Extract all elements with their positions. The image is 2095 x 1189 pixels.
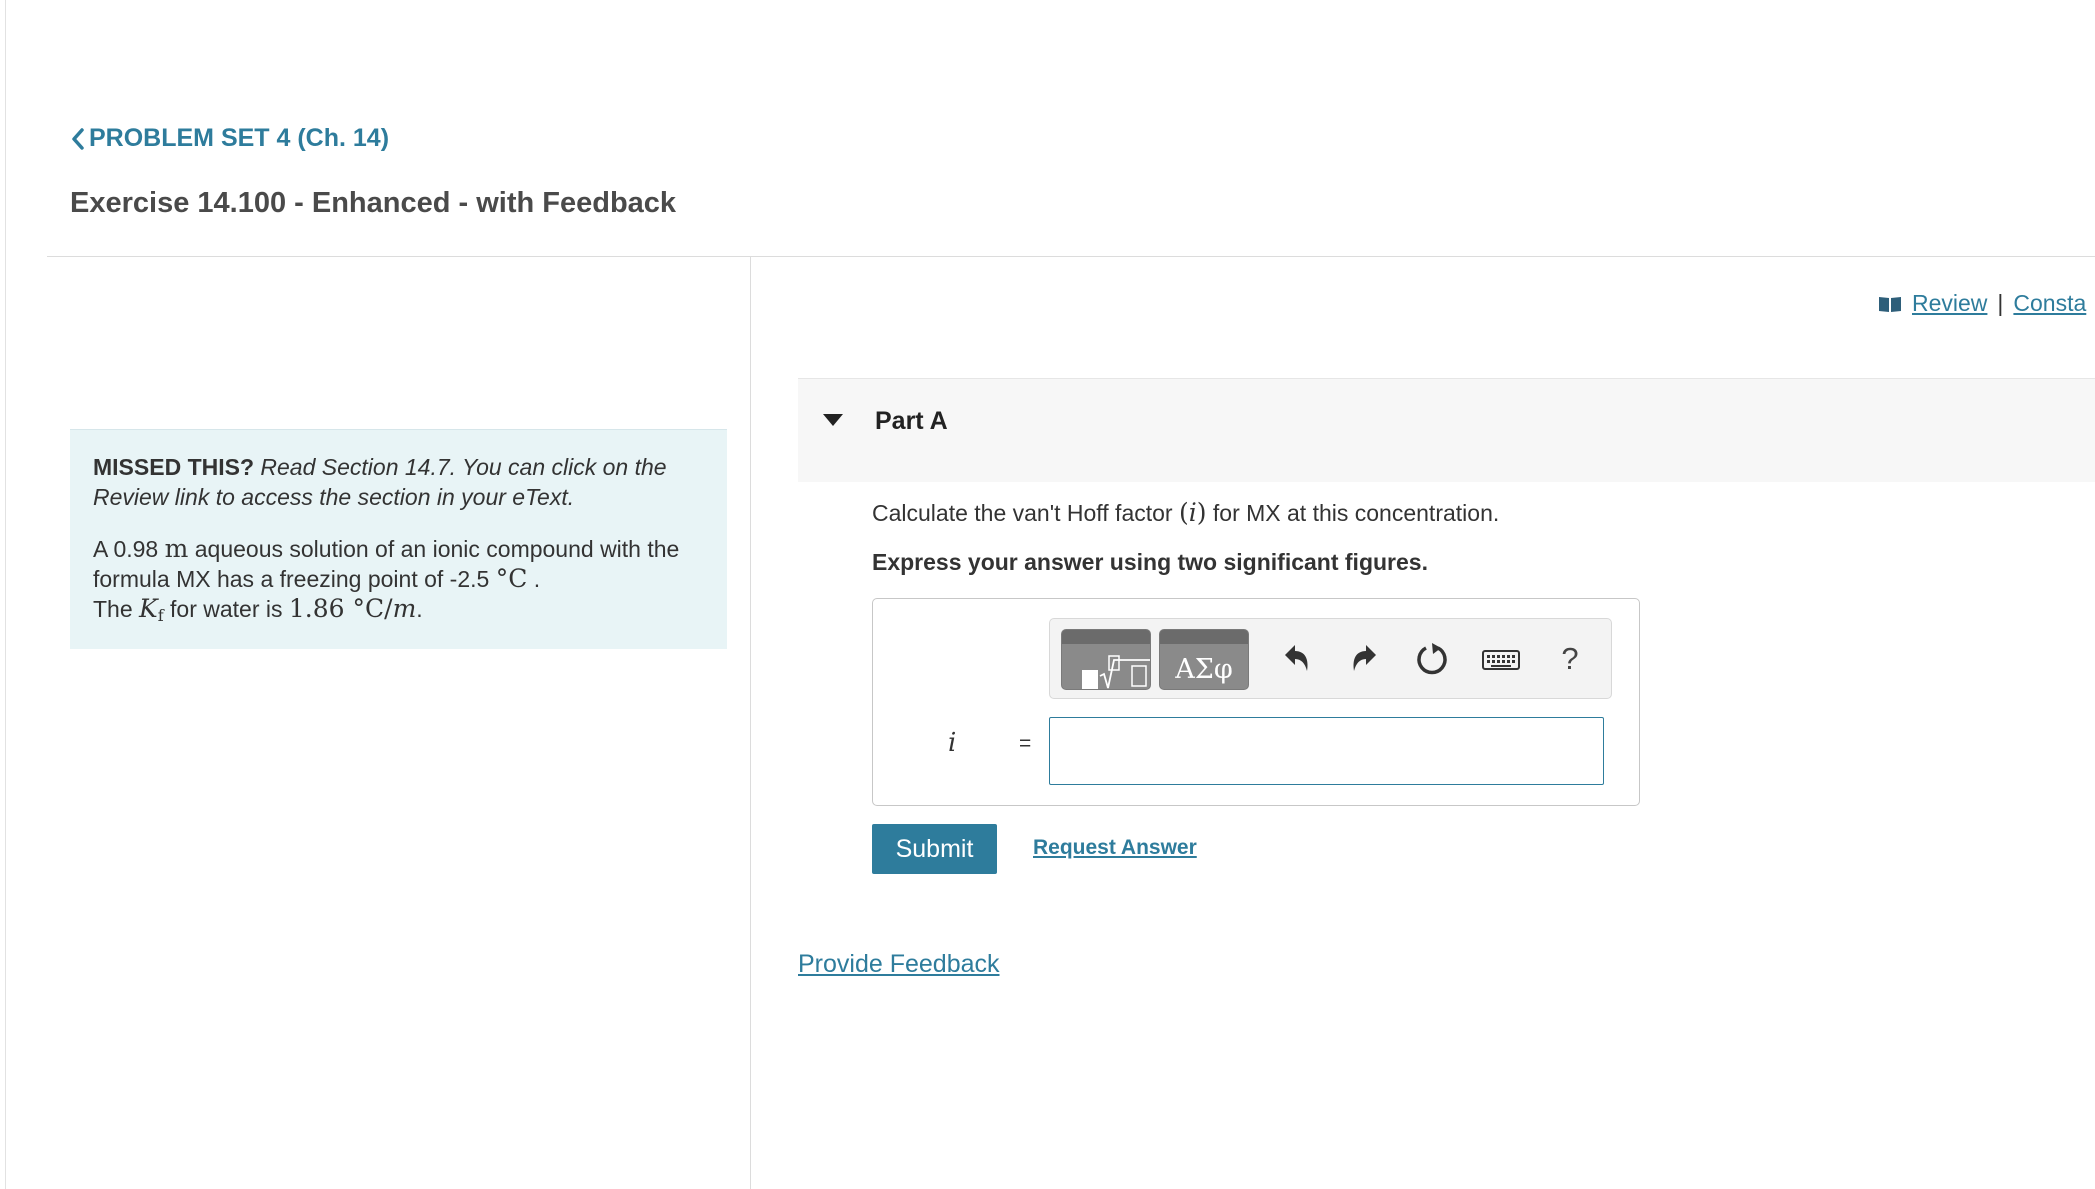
missed-this-hint: MISSED THIS? Read Section 14.7. You can … (93, 452, 704, 512)
constants-link[interactable]: Consta (2013, 290, 2086, 317)
book-icon (1879, 296, 1901, 312)
page-title: Exercise 14.100 - Enhanced - with Feedba… (70, 187, 677, 219)
chevron-left-icon (72, 127, 84, 150)
molality-unit: m (164, 534, 189, 563)
provide-feedback-link[interactable]: Provide Feedback (798, 950, 1000, 979)
question-symbol-letter: i (1188, 498, 1197, 527)
question-prefix: Calculate the van't Hoff factor (872, 500, 1179, 526)
undo-icon[interactable] (1277, 641, 1313, 677)
kf-value-number: 1.86 °C/ (288, 594, 393, 623)
freezing-point-unit: °C (495, 564, 528, 593)
equals-sign: = (1019, 732, 1032, 755)
greek-symbols-button[interactable]: ΑΣφ (1159, 629, 1249, 690)
redo-icon[interactable] (1348, 641, 1384, 677)
kf-middle-text: for water is (163, 596, 289, 622)
keyboard-icon[interactable] (1481, 641, 1521, 677)
kf-symbol: Kf (139, 594, 164, 625)
review-link[interactable]: Review (1912, 290, 1987, 317)
question-symbol-close: ) (1196, 498, 1207, 527)
breadcrumb-label: PROBLEM SET 4 (Ch. 14) (89, 124, 390, 152)
submit-button[interactable]: Submit (872, 824, 997, 874)
part-a-header[interactable]: Part A (798, 378, 2095, 482)
help-icon[interactable]: ? (1559, 639, 1581, 676)
templates-button[interactable] (1061, 629, 1151, 690)
breadcrumb-problem-set[interactable]: PROBLEM SET 4 (Ch. 14) (70, 124, 389, 153)
header-divider (47, 256, 2095, 257)
problem-text-part3: . (527, 566, 541, 592)
question-suffix: for MX at this concentration. (1206, 500, 1500, 526)
kf-prefix: The (93, 596, 140, 622)
missed-this-label: MISSED THIS? (93, 454, 255, 480)
templates-icon (1082, 655, 1150, 689)
kf-value-unit: m (392, 594, 417, 623)
column-divider (750, 257, 751, 1189)
problem-statement: A 0.98 m aqueous solution of an ionic co… (93, 534, 704, 631)
kf-symbol-letter: K (139, 594, 158, 623)
request-answer-link[interactable]: Request Answer (1033, 836, 1197, 860)
question-symbol: (i) (1179, 498, 1207, 527)
kf-value: 1.86 °C/m (289, 594, 416, 623)
answer-variable: i (948, 728, 957, 758)
kf-end: . (416, 596, 423, 622)
question-text: Calculate the van't Hoff factor (i) for … (872, 498, 1499, 527)
math-toolbar: ΑΣφ ? (1049, 618, 1612, 699)
greek-symbols-icon: ΑΣφ (1175, 654, 1233, 685)
missed-this-panel: MISSED THIS? Read Section 14.7. You can … (70, 429, 727, 649)
answer-input[interactable] (1049, 717, 1604, 785)
answer-area: ΑΣφ ? i = (872, 598, 1640, 806)
problem-text-part1: A 0.98 (93, 536, 165, 562)
answer-instruction: Express your answer using two significan… (872, 549, 1428, 575)
review-links-separator: | (1997, 290, 2004, 316)
part-title: Part A (875, 407, 948, 435)
reset-icon[interactable] (1414, 641, 1450, 677)
review-links: Review | Consta (1878, 290, 2086, 317)
caret-down-icon[interactable] (822, 413, 844, 427)
symbols-button-band (1160, 630, 1248, 644)
question-symbol-open: ( (1178, 498, 1189, 527)
left-border (5, 0, 6, 1189)
